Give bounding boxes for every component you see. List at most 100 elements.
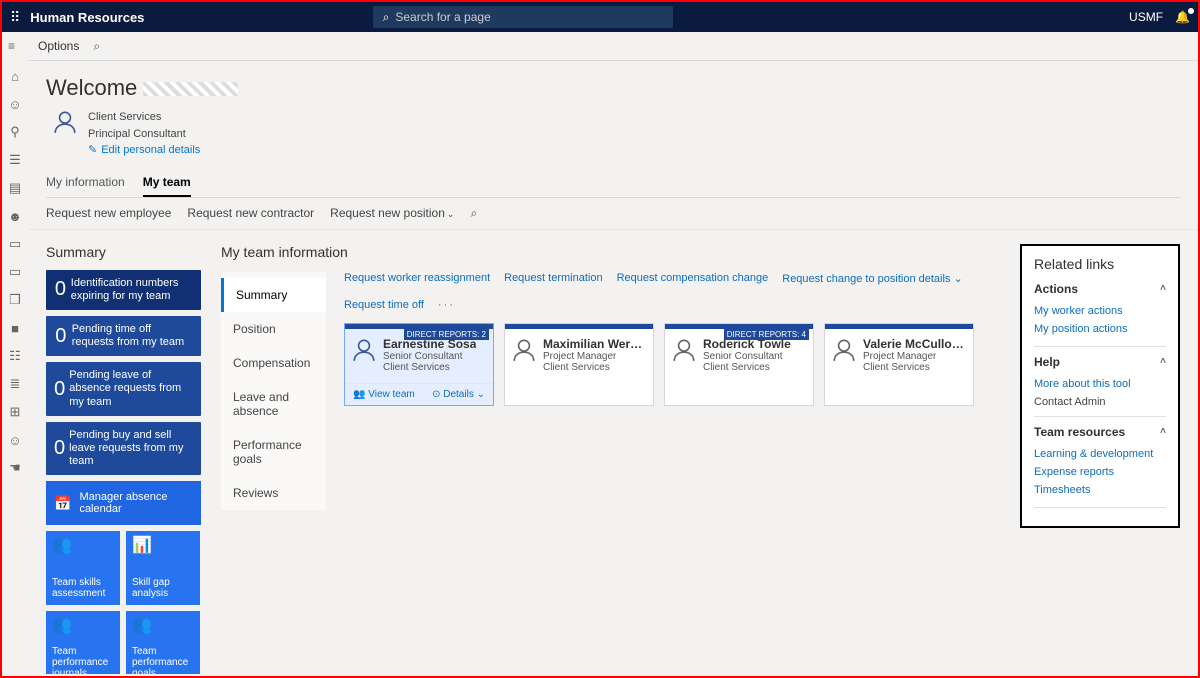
tile-skills-assessment[interactable]: 👥 Team skills assessment — [46, 531, 120, 605]
team-section-menu: Summary Position Compensation Leave and … — [221, 272, 326, 510]
person-card[interactable]: DIRECT REPORTS: 2 Earnestine Sosa Senior… — [344, 323, 494, 406]
menu-position[interactable]: Position — [221, 312, 326, 346]
home-icon[interactable]: ⌂ — [6, 67, 24, 85]
options-bar: ≡ Options ⌕ — [28, 32, 1198, 61]
page-title: Welcome — [46, 75, 1180, 101]
action-timeoff[interactable]: Request time off — [344, 299, 424, 311]
edit-personal-details-link[interactable]: Edit personal details — [88, 144, 200, 156]
team-info-title: My team information — [221, 244, 1000, 260]
masked-name — [143, 82, 238, 96]
action-more[interactable]: ··· — [438, 299, 455, 311]
person-card[interactable]: Valerie McCullou... Project Manager Clie… — [824, 323, 974, 406]
tasks-icon[interactable]: ☰ — [6, 151, 24, 169]
related-title: Related links — [1034, 256, 1166, 272]
request-new-employee[interactable]: Request new employee — [46, 206, 171, 220]
user2-icon[interactable]: ☺ — [6, 431, 24, 449]
tile-perf-journals[interactable]: 👥 Team performance journals — [46, 611, 120, 674]
company-code[interactable]: USMF — [1129, 10, 1163, 24]
alert-pending-leave[interactable]: 0 Pending leave of absence requests from… — [46, 362, 201, 416]
chevron-up-icon: ˄ — [1160, 426, 1166, 437]
global-search[interactable]: ⌕ — [373, 6, 673, 28]
person-dept: Client Services — [863, 362, 965, 373]
action-pos-change[interactable]: Request change to position details ⌄ — [782, 272, 962, 285]
person-name: Maximilian Werner — [543, 337, 645, 351]
link-timesheets[interactable]: Timesheets — [1034, 481, 1166, 499]
action-reassign[interactable]: Request worker reassignment — [344, 272, 490, 284]
view-team-link[interactable]: 👥 View team — [353, 389, 415, 400]
person-role: Project Manager — [543, 351, 645, 362]
action-comp-change[interactable]: Request compensation change — [617, 272, 769, 284]
menu-perf-goals[interactable]: Performance goals — [221, 428, 326, 476]
tile-skill-gap[interactable]: 📊 Skill gap analysis — [126, 531, 200, 605]
group-icon[interactable]: ☷ — [6, 347, 24, 365]
menu-reviews[interactable]: Reviews — [221, 476, 326, 510]
feedback-icon[interactable]: ☚ — [6, 459, 24, 477]
link-more-about[interactable]: More about this tool — [1034, 375, 1166, 393]
menu-compensation[interactable]: Compensation — [221, 346, 326, 380]
filter-icon[interactable]: ⌕ — [93, 39, 100, 54]
action-toolbar: Request new employee Request new contrac… — [28, 198, 1198, 230]
alert-pending-timeoff[interactable]: 0 Pending time off requests from my team — [46, 316, 201, 356]
people-icon: 👥 — [52, 617, 114, 635]
avatar-icon — [511, 337, 537, 373]
alert-pending-buysell[interactable]: 0 Pending buy and sell leave requests fr… — [46, 422, 201, 476]
alert-id-expiring[interactable]: 0 Identification numbers expiring for my… — [46, 270, 201, 310]
org-icon[interactable]: ⚲ — [6, 123, 24, 141]
waffle-icon[interactable]: ⠿ — [10, 9, 20, 26]
link-worker-actions[interactable]: My worker actions — [1034, 302, 1166, 320]
tab-my-information[interactable]: My information — [46, 169, 125, 197]
tile-perf-goals[interactable]: 👥 Team performance goals — [126, 611, 200, 674]
building-icon[interactable]: ■ — [6, 319, 24, 337]
people-cards: DIRECT REPORTS: 2 Earnestine Sosa Senior… — [344, 323, 1000, 406]
people-icon[interactable]: ☺ — [6, 95, 24, 113]
tab-my-team[interactable]: My team — [143, 169, 191, 197]
section-actions[interactable]: Actions˄ — [1034, 282, 1166, 296]
stack-icon[interactable]: ❐ — [6, 291, 24, 309]
chevron-up-icon: ˄ — [1160, 283, 1166, 294]
avatar-icon — [671, 337, 697, 373]
app-header: ⠿ Human Resources ⌕ USMF 🔔 — [2, 2, 1198, 32]
person-role: Senior Consultant — [703, 351, 791, 362]
request-new-position[interactable]: Request new position⌄ — [330, 206, 454, 220]
menu-summary[interactable]: Summary — [221, 278, 326, 312]
details-link[interactable]: ⊙ Details ⌄ — [432, 389, 485, 400]
hamburger-icon[interactable]: ≡ — [8, 39, 15, 53]
search-input[interactable] — [395, 10, 662, 24]
chart-icon: 📊 — [132, 537, 194, 555]
main-content: Welcome Client Services Principal Consul… — [28, 61, 1198, 674]
avatar-icon — [831, 337, 857, 373]
clipboard-icon[interactable]: ▤ — [6, 179, 24, 197]
link-position-actions[interactable]: My position actions — [1034, 320, 1166, 338]
list-icon[interactable]: ≣ — [6, 375, 24, 393]
action-terminate[interactable]: Request termination — [504, 272, 602, 284]
link-expense-reports[interactable]: Expense reports — [1034, 463, 1166, 481]
filter-icon[interactable]: ⌕ — [470, 206, 477, 221]
person-role: Project Manager — [863, 351, 965, 362]
avatar-icon — [52, 109, 78, 135]
notifications-icon[interactable]: 🔔 — [1175, 10, 1190, 24]
person-icon[interactable]: ☻ — [6, 207, 24, 225]
manager-absence-calendar[interactable]: 📅 Manager absence calendar — [46, 481, 201, 525]
section-team-resources[interactable]: Team resources˄ — [1034, 425, 1166, 439]
person-card[interactable]: Maximilian Werner Project Manager Client… — [504, 323, 654, 406]
request-new-contractor[interactable]: Request new contractor — [187, 206, 314, 220]
person-dept: Client Services — [703, 362, 791, 373]
direct-reports-badge: DIRECT REPORTS: 2 — [404, 329, 489, 340]
people-icon: 👥 — [52, 537, 114, 555]
person-role: Senior Consultant — [383, 351, 476, 362]
doc2-icon[interactable]: ▭ — [6, 263, 24, 281]
apps-icon[interactable]: ⊞ — [6, 403, 24, 421]
avatar-icon — [351, 337, 377, 373]
options-menu[interactable]: Options — [38, 39, 79, 53]
profile-org: Client Services — [88, 109, 200, 126]
search-icon: ⌕ — [383, 10, 390, 25]
chevron-up-icon: ˄ — [1160, 356, 1166, 367]
doc-icon[interactable]: ▭ — [6, 235, 24, 253]
person-card[interactable]: DIRECT REPORTS: 4 Roderick Towle Senior … — [664, 323, 814, 406]
link-learning-dev[interactable]: Learning & development — [1034, 445, 1166, 463]
app-title: Human Resources — [30, 10, 144, 25]
summary-title: Summary — [46, 244, 201, 260]
nav-rail: ⌂ ☺ ⚲ ☰ ▤ ☻ ▭ ▭ ❐ ■ ☷ ≣ ⊞ ☺ ☚ — [2, 61, 28, 674]
section-help[interactable]: Help˄ — [1034, 355, 1166, 369]
menu-leave[interactable]: Leave and absence — [221, 380, 326, 428]
